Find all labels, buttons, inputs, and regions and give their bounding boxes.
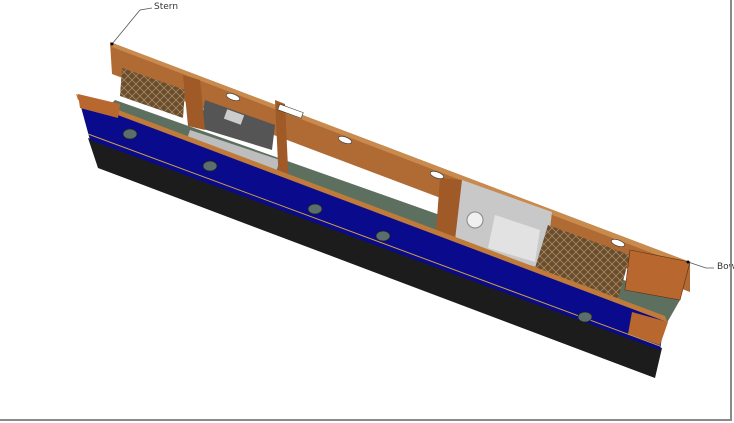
- narrowboat-model-view: Stern Bow: [0, 0, 734, 423]
- stern-label: Stern: [154, 2, 179, 12]
- narrowboat-3d-model: [76, 7, 714, 378]
- frame-shadow-bottom: [0, 419, 732, 421]
- frame-shadow-right: [730, 0, 732, 421]
- toilet: [466, 211, 484, 229]
- bow-leader-dot: [686, 260, 690, 264]
- near-gunwale: [76, 94, 667, 322]
- bow-leader-line: [687, 261, 714, 269]
- stern-leader-line: [111, 7, 153, 45]
- stern-leader-dot: [110, 42, 114, 46]
